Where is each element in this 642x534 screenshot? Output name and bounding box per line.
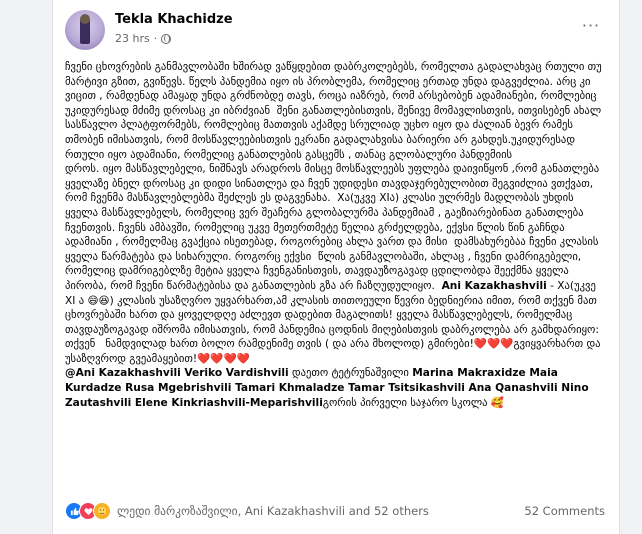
meta-separator: · — [153, 32, 158, 45]
post-header: Tekla Khachidze 23 hrs · ··· — [65, 10, 605, 50]
post-paragraph-3: Xა(უკვე XI ა 😄😆) კლასის უსაზღვრო უყვარხა… — [65, 279, 604, 365]
post-card: Tekla Khachidze 23 hrs · ··· ჩვენი ცხოვრ… — [52, 0, 620, 534]
author-name[interactable]: Tekla Khachidze — [115, 12, 233, 27]
more-options-button[interactable]: ··· — [579, 16, 603, 40]
reactors-summary[interactable]: ლედი მარკოზაშვილი, Ani Kazakhashvili and… — [117, 504, 429, 518]
care-icon — [93, 502, 111, 520]
post-footer: ლედი მარკოზაშვილი, Ani Kazakhashvili and… — [65, 500, 605, 522]
post-body: ჩვენი ცხოვრების განმავლობაში ხშირად ვაწყ… — [65, 61, 606, 409]
comments-count[interactable]: 52 Comments — [524, 504, 605, 518]
mention-ani-kazakhashvili[interactable]: Ani Kazakhashvili — [442, 280, 547, 292]
author-avatar[interactable] — [65, 10, 105, 50]
tag-mid: დაეთო ტეტრუნაშვილი — [288, 367, 413, 380]
globe-icon — [161, 33, 172, 44]
post-paragraph-1: ჩვენი ცხოვრების განმავლობაში ხშირად ვაწყ… — [65, 61, 606, 161]
tag-tail: გორის პირველი საჯარო სკოლა 🥰 — [322, 396, 505, 409]
post-paragraph-2: დროს. იყო მასწავლებელი, ნიშნავს არადროს … — [65, 163, 603, 292]
avatar-head — [80, 14, 90, 24]
reaction-icons[interactable] — [65, 502, 111, 520]
post-meta: 23 hrs · — [115, 32, 172, 45]
tag-lead[interactable]: @Ani Kazakhashvili Veriko Vardishvili — [65, 367, 289, 379]
post-time[interactable]: 23 hrs — [115, 32, 150, 45]
